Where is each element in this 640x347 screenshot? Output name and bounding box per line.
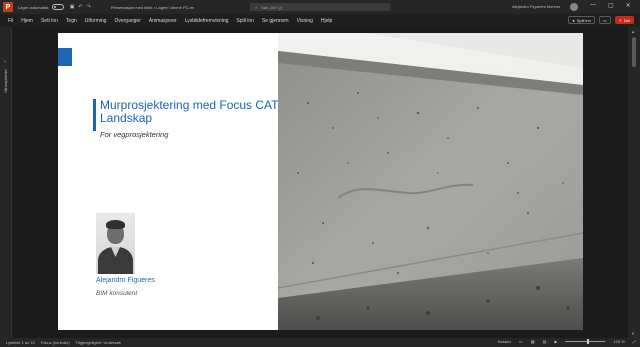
document-title: Presentasjon med bilde • Lagret i denne … xyxy=(110,4,195,10)
slide[interactable]: Murprosjektering med Focus CAT Landskap … xyxy=(58,33,583,330)
concrete-wall-photo[interactable] xyxy=(278,33,583,330)
fit-to-window-icon[interactable]: ⤢ xyxy=(633,339,636,344)
zoom-level[interactable]: 125 % xyxy=(613,339,624,344)
tab-spill-inn[interactable]: Spill inn xyxy=(236,18,254,24)
slideshow-icon[interactable]: ▶ xyxy=(554,339,557,344)
comments-button[interactable]: ▭ xyxy=(598,16,611,24)
notes-button[interactable]: Notater xyxy=(498,339,511,344)
tab-hjem[interactable]: Hjem xyxy=(21,18,33,24)
thumbnail-pane-label[interactable]: Miniatyrbilder xyxy=(3,69,8,93)
tab-visning[interactable]: Visning xyxy=(297,18,313,24)
accent-block xyxy=(58,48,72,66)
ribbon-tabs: Fil Hjem Sett inn Tegn Utforming Overgan… xyxy=(0,14,640,27)
save-icon[interactable]: ▣ xyxy=(70,4,75,10)
maximize-button[interactable]: ▢ xyxy=(608,2,614,9)
search-icon: ⌕ xyxy=(255,4,258,10)
share-label: Del xyxy=(623,17,630,23)
concrete-wall-image xyxy=(278,33,583,330)
slide-subtitle[interactable]: For vegprosjektering xyxy=(100,130,168,139)
minimize-button[interactable]: — xyxy=(590,2,596,9)
scroll-up-icon[interactable]: ▲ xyxy=(631,29,635,34)
tab-overganger[interactable]: Overganger xyxy=(114,18,140,24)
expand-pane-icon[interactable]: › xyxy=(4,59,6,65)
vertical-scrollbar[interactable]: ▲ ▼ xyxy=(628,27,640,338)
tab-lysbildefremvisning[interactable]: Lysbildefremvisning xyxy=(185,18,229,24)
reading-view-icon[interactable]: ▤ xyxy=(543,339,547,344)
tab-hjelp[interactable]: Hjelp xyxy=(321,18,332,24)
presenter-photo[interactable] xyxy=(96,213,135,274)
ribbon-actions: ● Spill inn ▭ ⇪ Del xyxy=(568,16,634,24)
tab-sett-inn[interactable]: Sett inn xyxy=(41,18,58,24)
share-button[interactable]: ⇪ Del xyxy=(614,16,634,24)
search-placeholder: Søk (Alt+Q) xyxy=(261,4,283,10)
tab-se-gjennom[interactable]: Se gjennom xyxy=(262,18,289,24)
window-controls: — ▢ ✕ xyxy=(590,2,631,9)
accessibility-status[interactable]: Tilgjengelighet: Undersøk xyxy=(76,340,121,345)
tab-utforming[interactable]: Utforming xyxy=(85,18,107,24)
title-bar: P Lagre automatisk ▣ ↶ ↷ Presentasjon me… xyxy=(0,0,640,14)
scroll-thumb[interactable] xyxy=(632,37,636,67)
tab-animasjoner[interactable]: Animasjoner xyxy=(149,18,177,24)
redo-icon[interactable]: ↷ xyxy=(87,4,91,10)
slide-counter: Lysbilde 1 av 10 xyxy=(6,340,35,345)
zoom-thumb[interactable] xyxy=(587,339,590,344)
comment-icon: ▭ xyxy=(602,17,607,23)
zoom-slider[interactable] xyxy=(565,339,606,344)
scroll-down-icon[interactable]: ▼ xyxy=(631,331,635,336)
focus-status[interactable]: Fokus (kontrakt) xyxy=(41,340,70,345)
presenter-name[interactable]: Alejandro Figueres xyxy=(96,277,155,284)
powerpoint-logo-icon: P xyxy=(3,2,13,12)
quick-access-toolbar: ▣ ↶ ↷ xyxy=(70,4,91,10)
slide-title[interactable]: Murprosjektering med Focus CAT Landskap xyxy=(100,99,280,125)
status-bar-right: Notater ▭ ▦ ▤ ▶ 125 % ⤢ xyxy=(498,339,636,344)
autosave-label: Lagre automatisk xyxy=(18,4,49,10)
tab-tegn[interactable]: Tegn xyxy=(66,18,77,24)
tab-fil[interactable]: Fil xyxy=(8,18,13,24)
search-box[interactable]: ⌕ Søk (Alt+Q) xyxy=(250,3,390,11)
presenter-role[interactable]: BIM konsulent xyxy=(96,290,137,297)
status-bar: Lysbilde 1 av 10 Fokus (kontrakt) Tilgje… xyxy=(0,338,640,347)
autosave-toggle[interactable] xyxy=(51,4,64,10)
undo-icon[interactable]: ↶ xyxy=(78,4,82,10)
record-icon: ● xyxy=(572,17,575,23)
user-name[interactable]: Alejandro Figueres Moreno xyxy=(512,4,560,9)
avatar[interactable] xyxy=(570,3,578,11)
thumbnail-pane: › Miniatyrbilder xyxy=(0,27,12,338)
slide-sorter-icon[interactable]: ▦ xyxy=(531,339,535,344)
close-button[interactable]: ✕ xyxy=(626,2,631,9)
title-accent-bar xyxy=(93,99,96,131)
normal-view-icon[interactable]: ▭ xyxy=(519,339,523,344)
share-icon: ⇪ xyxy=(618,17,622,23)
record-label: Spill inn xyxy=(576,17,591,23)
record-button[interactable]: ● Spill inn xyxy=(568,16,595,24)
